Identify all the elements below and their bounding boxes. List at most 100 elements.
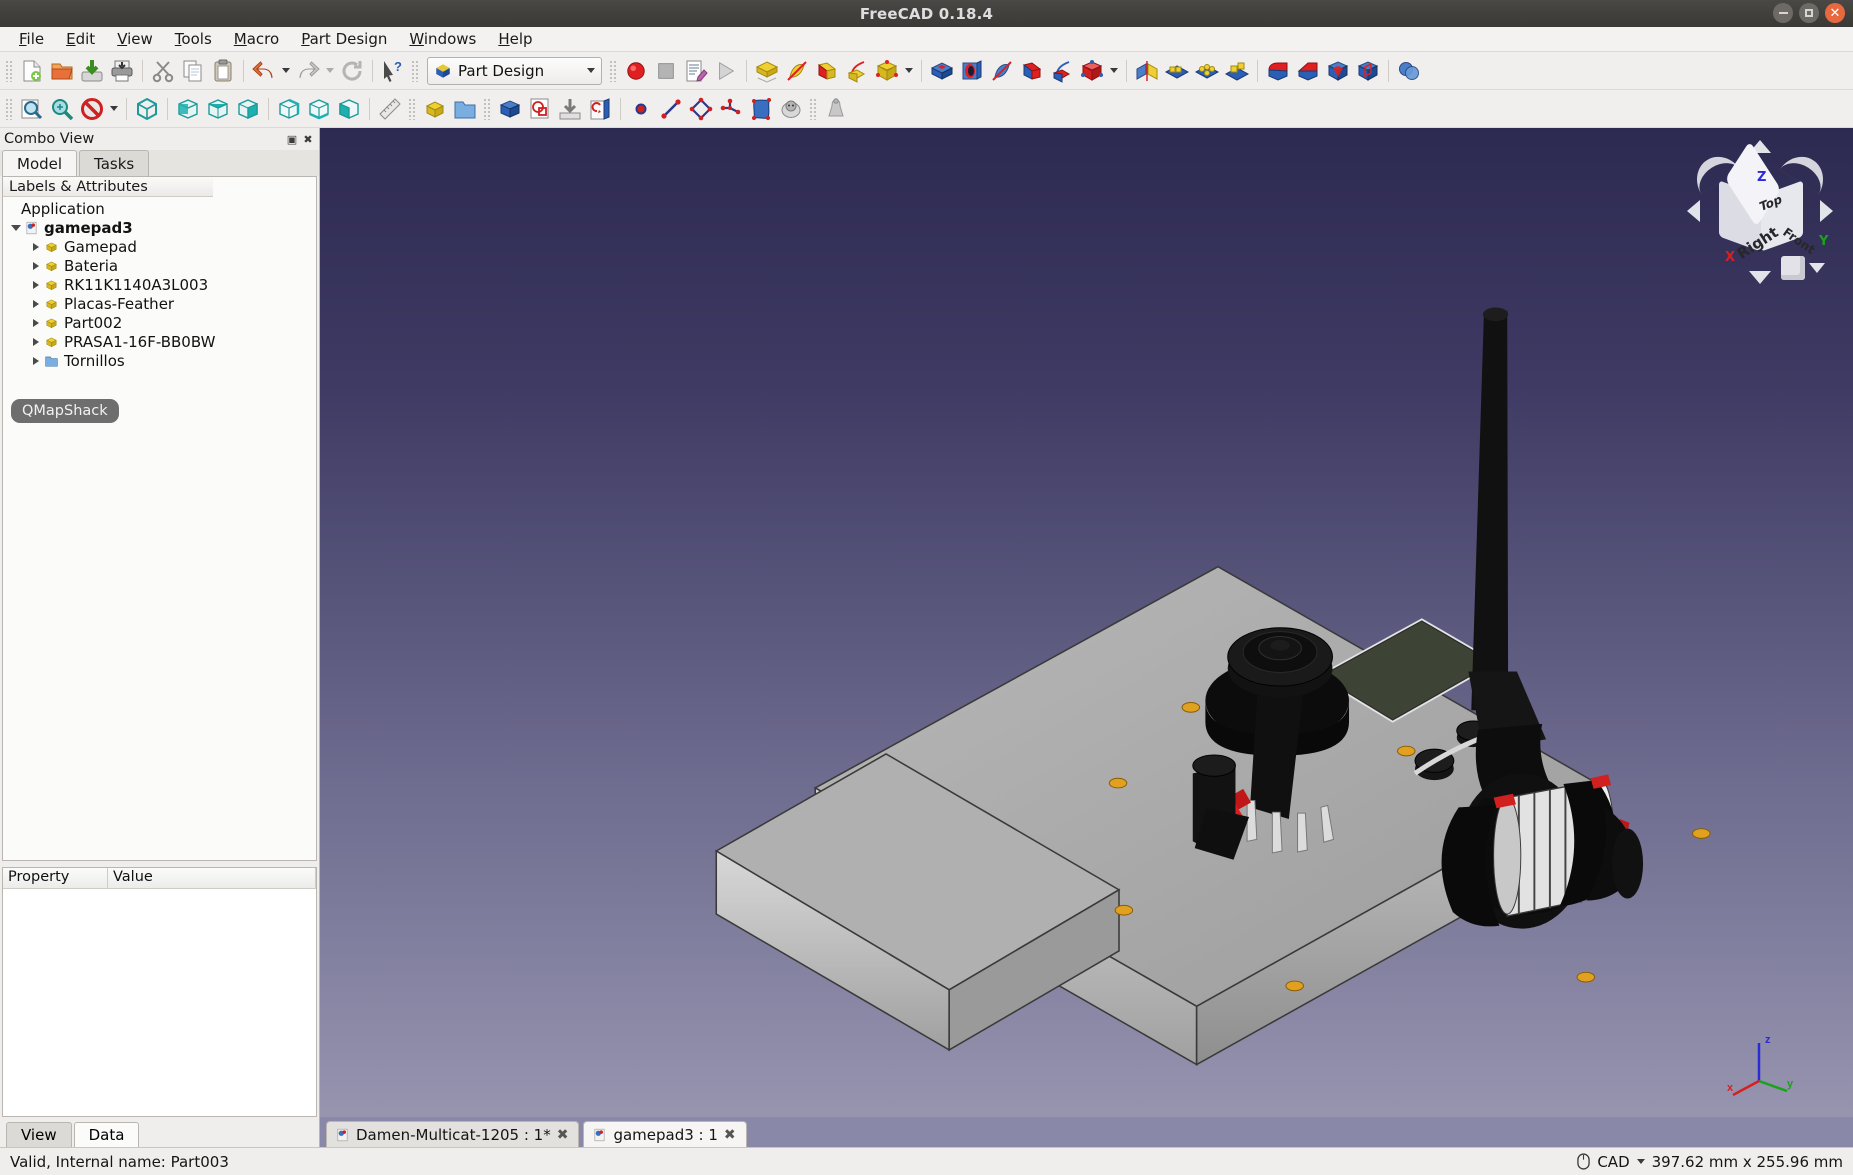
rear-view-icon[interactable] (274, 94, 304, 124)
macro-stop-icon[interactable] (651, 56, 681, 86)
tree-item-prasa1-16f-bb0bw[interactable]: PRASA1-16F-BB0BW (3, 332, 316, 351)
doc-tab-gamepad3[interactable]: gamepad3 : 1 ✖ (583, 1121, 747, 1147)
minimize-button[interactable] (1773, 3, 1793, 23)
chevron-down-icon[interactable] (587, 68, 595, 73)
close-button[interactable]: ✕ (1825, 3, 1845, 23)
multi-transform-icon[interactable] (1222, 56, 1252, 86)
nav-arrow-down-icon[interactable] (1749, 271, 1771, 284)
toolbar-grip[interactable] (809, 97, 818, 120)
nav-cube-mini-icon[interactable] (1781, 256, 1805, 280)
tree-item-rk11k1140a3l003[interactable]: RK11K1140A3L003 (3, 275, 316, 294)
save-icon[interactable] (77, 56, 107, 86)
copy-icon[interactable] (178, 56, 208, 86)
right-view-icon[interactable] (233, 94, 263, 124)
create-group-icon[interactable] (450, 94, 480, 124)
redo-arrow-icon[interactable] (293, 56, 323, 86)
whats-this-icon[interactable]: ? (378, 56, 408, 86)
subtractive-primitive-icon[interactable] (1077, 56, 1107, 86)
front-view-icon[interactable] (173, 94, 203, 124)
nav-arrow-right-icon[interactable] (1820, 200, 1833, 222)
redo-dropdown-icon[interactable] (323, 56, 337, 86)
fillet-icon[interactable] (1263, 56, 1293, 86)
tree-expander-icon[interactable] (29, 354, 43, 368)
draw-style-dropdown-icon[interactable] (107, 94, 121, 124)
additive-primitive-dropdown-icon[interactable] (902, 56, 916, 86)
draft-icon[interactable] (1323, 56, 1353, 86)
polar-pattern-icon[interactable] (1192, 56, 1222, 86)
top-view-icon[interactable] (203, 94, 233, 124)
close-icon[interactable]: ✖ (301, 132, 315, 146)
linear-pattern-icon[interactable] (1162, 56, 1192, 86)
groove-icon[interactable] (987, 56, 1017, 86)
tree-expander-open-icon[interactable] (9, 221, 23, 235)
left-view-icon[interactable] (334, 94, 364, 124)
refresh-icon[interactable] (337, 56, 367, 86)
3d-viewport[interactable]: Top Right Front Z Y X z y x Damen-Multic… (320, 128, 1853, 1147)
workbench-selector[interactable]: Part Design (427, 56, 602, 85)
clone-sheep-icon[interactable] (776, 94, 806, 124)
tree-expander-icon[interactable] (29, 297, 43, 311)
nav-cube-body[interactable]: Top Right Front Z Y X (1711, 141, 1828, 265)
measure-icon[interactable] (375, 94, 405, 124)
tab-model[interactable]: Model (2, 150, 78, 176)
pocket-icon[interactable] (927, 56, 957, 86)
toolbar-grip[interactable] (5, 59, 14, 82)
attach-sketch-icon[interactable] (555, 94, 585, 124)
additive-pipe-icon[interactable] (842, 56, 872, 86)
doc-tab-damen-multicat[interactable]: Damen-Multicat-1205 : 1* ✖ (326, 1121, 580, 1147)
tree-item-part002[interactable]: Part002 (3, 313, 316, 332)
doc-tab-close-icon[interactable]: ✖ (557, 1127, 569, 1143)
qmapshack-pill[interactable]: QMapShack (11, 399, 119, 423)
float-icon[interactable]: ▣ (285, 132, 299, 146)
hole-icon[interactable] (957, 56, 987, 86)
doc-tab-close-icon[interactable]: ✖ (724, 1127, 736, 1143)
undo-dropdown-icon[interactable] (279, 56, 293, 86)
toolbar-grip[interactable] (483, 97, 492, 120)
additive-primitive-icon[interactable] (872, 56, 902, 86)
draw-style-icon[interactable] (77, 94, 107, 124)
undo-arrow-icon[interactable] (249, 56, 279, 86)
tree-item-gamepad3[interactable]: gamepad3 (3, 218, 316, 237)
cut-scissors-icon[interactable] (148, 56, 178, 86)
property-rows[interactable] (3, 889, 316, 1116)
menu-help[interactable]: Help (487, 27, 543, 51)
toolbar-grip[interactable] (408, 97, 417, 120)
fit-selection-icon[interactable] (47, 94, 77, 124)
tree-item-gamepad[interactable]: Gamepad (3, 237, 316, 256)
boolean-icon[interactable] (1394, 56, 1424, 86)
create-polyline-icon[interactable] (686, 94, 716, 124)
revolution-icon[interactable] (782, 56, 812, 86)
toolbar-grip[interactable] (609, 59, 618, 82)
nav-cube-options[interactable] (1781, 256, 1825, 280)
menu-file[interactable]: File (8, 27, 55, 51)
tree-expander-icon[interactable] (29, 278, 43, 292)
tab-data[interactable]: Data (73, 1122, 140, 1147)
menu-edit[interactable]: Edit (55, 27, 106, 51)
new-document-icon[interactable] (17, 56, 47, 86)
print-icon[interactable] (107, 56, 137, 86)
gamepad-3d-model[interactable] (320, 128, 1853, 1147)
chamfer-icon[interactable] (1293, 56, 1323, 86)
bottom-view-icon[interactable] (304, 94, 334, 124)
tab-tasks[interactable]: Tasks (79, 150, 150, 176)
create-datum-icon[interactable] (716, 94, 746, 124)
menu-windows[interactable]: Windows (398, 27, 487, 51)
create-sketch-icon[interactable] (525, 94, 555, 124)
pad-icon[interactable] (752, 56, 782, 86)
mirrored-icon[interactable] (1132, 56, 1162, 86)
menu-macro[interactable]: Macro (223, 27, 290, 51)
fit-all-icon[interactable] (17, 94, 47, 124)
create-line-icon[interactable] (656, 94, 686, 124)
macro-execute-icon[interactable] (711, 56, 741, 86)
toolbar-grip[interactable] (411, 59, 420, 82)
open-folder-icon[interactable] (47, 56, 77, 86)
thickness-icon[interactable] (1353, 56, 1383, 86)
subtractive-pipe-icon[interactable] (1047, 56, 1077, 86)
tree-expander-icon[interactable] (29, 335, 43, 349)
nav-style-label[interactable]: CAD (1597, 1153, 1629, 1171)
create-point-icon[interactable] (626, 94, 656, 124)
tree-expander-icon[interactable] (29, 259, 43, 273)
maximize-button[interactable] (1799, 3, 1819, 23)
nav-cube-dropdown-icon[interactable] (1809, 263, 1825, 273)
tree-expander-icon[interactable] (29, 316, 43, 330)
